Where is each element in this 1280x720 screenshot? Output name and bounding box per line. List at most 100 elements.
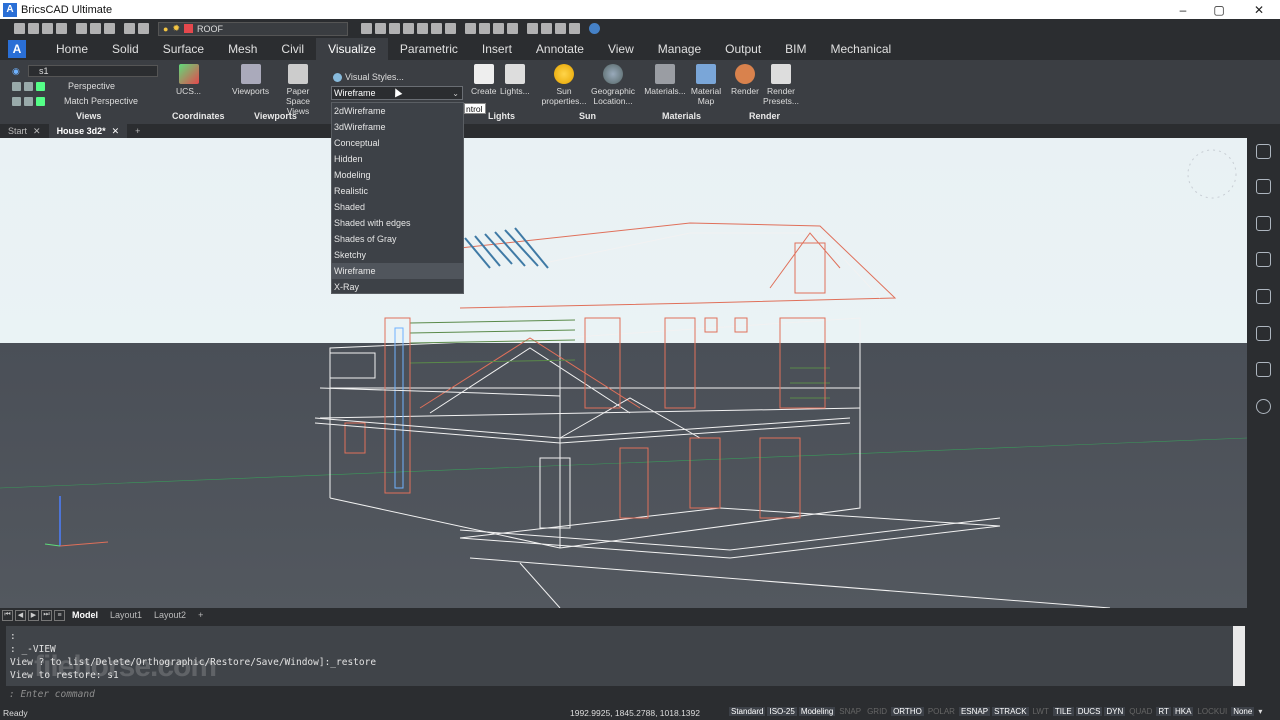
status-toggle-snap[interactable]: SNAP — [837, 707, 863, 716]
status-toggle-rt[interactable]: RT — [1156, 707, 1171, 716]
tab-document[interactable]: House 3d2* ✕ — [48, 124, 128, 138]
material-map-button[interactable]: Material Map — [690, 64, 722, 106]
tab-surface[interactable]: Surface — [151, 38, 216, 60]
pan-icon[interactable] — [375, 23, 386, 34]
print-preview-icon[interactable] — [90, 23, 101, 34]
eye-icon[interactable]: ◉ — [12, 65, 20, 77]
new-file-icon[interactable] — [14, 23, 25, 34]
first-layout-icon[interactable]: ⏮ — [2, 609, 13, 621]
new-tab-button[interactable]: + — [127, 124, 148, 138]
save-icon[interactable] — [42, 23, 53, 34]
tab-output[interactable]: Output — [713, 38, 773, 60]
visual-style-option[interactable]: Shaded — [332, 199, 463, 215]
structure-icon[interactable] — [1256, 362, 1271, 377]
tab-solid[interactable]: Solid — [100, 38, 151, 60]
close-button[interactable]: ✕ — [1239, 0, 1279, 19]
status-toggle-grid[interactable]: GRID — [865, 707, 889, 716]
snap-icon[interactable] — [403, 23, 414, 34]
tab-mechanical[interactable]: Mechanical — [819, 38, 904, 60]
grid-select-icon[interactable] — [389, 23, 400, 34]
visual-style-option[interactable]: Sketchy — [332, 247, 463, 263]
print-icon[interactable] — [76, 23, 87, 34]
link-icon[interactable] — [541, 23, 552, 34]
tab-layout1[interactable]: Layout1 — [105, 610, 147, 620]
tab-home[interactable]: Home — [44, 38, 100, 60]
viewports-button[interactable]: Viewports — [232, 64, 269, 96]
move-icon[interactable] — [417, 23, 428, 34]
function-icon[interactable] — [1256, 326, 1271, 341]
status-toggle-dyn[interactable]: DYN — [1104, 707, 1126, 716]
maximize-button[interactable]: ▢ — [1199, 0, 1239, 19]
save-as-icon[interactable] — [56, 23, 67, 34]
camera-icon[interactable] — [555, 23, 566, 34]
cube-view-icon[interactable] — [465, 23, 476, 34]
redo-icon[interactable] — [138, 23, 149, 34]
ucs-button[interactable]: UCS... — [176, 64, 201, 96]
copy-icon[interactable] — [431, 23, 442, 34]
hatch-icon[interactable] — [1256, 289, 1271, 304]
minimize-button[interactable]: – — [1163, 0, 1203, 19]
solid-cube-icon[interactable] — [479, 23, 490, 34]
visual-style-option[interactable]: Wireframe — [332, 263, 463, 279]
status-toggle-hka[interactable]: HKA — [1172, 707, 1194, 716]
selection-filter-button[interactable]: None — [1231, 707, 1255, 716]
chevron-down-icon[interactable]: ▾ — [1256, 707, 1264, 716]
tab-layout2[interactable]: Layout2 — [149, 610, 191, 620]
tab-view[interactable]: View — [596, 38, 646, 60]
materials-button[interactable]: Materials... — [643, 64, 687, 96]
tab-mesh[interactable]: Mesh — [216, 38, 269, 60]
status-toggle-tile[interactable]: TILE — [1052, 707, 1074, 716]
tab-model[interactable]: Model — [67, 610, 103, 620]
tab-manage[interactable]: Manage — [646, 38, 713, 60]
tab-visualize[interactable]: Visualize — [316, 38, 388, 60]
open-file-icon[interactable] — [28, 23, 39, 34]
named-view-dropdown[interactable]: s1 — [28, 65, 158, 77]
visual-styles-button[interactable]: Visual Styles... — [333, 72, 404, 82]
visual-style-option[interactable]: Shaded with edges — [332, 215, 463, 231]
status-toggle-lockui[interactable]: LOCKUI — [1195, 707, 1229, 716]
workspace-button[interactable]: Modeling — [798, 707, 836, 716]
view-icon[interactable] — [12, 81, 21, 91]
status-toggle-ortho[interactable]: ORTHO — [891, 707, 924, 716]
add-layout-button[interactable]: + — [193, 610, 208, 620]
view-icon[interactable] — [24, 96, 33, 106]
status-toggle-lwt[interactable]: LWT — [1031, 707, 1051, 716]
sun-properties-button[interactable]: Sun properties... — [540, 64, 588, 106]
status-toggle-esnap[interactable]: ESNAP — [958, 707, 991, 716]
visual-style-option[interactable]: X-Ray — [332, 279, 463, 295]
next-layout-icon[interactable]: ▶ — [28, 609, 39, 621]
tab-start[interactable]: Start ✕ — [0, 124, 49, 138]
match-perspective-toggle[interactable]: Match Perspective — [64, 96, 138, 106]
tab-parametric[interactable]: Parametric — [388, 38, 470, 60]
calculator-icon[interactable] — [527, 23, 538, 34]
plot-icon[interactable] — [104, 23, 115, 34]
lights-button[interactable]: Lights... — [500, 64, 530, 96]
tab-civil[interactable]: Civil — [269, 38, 316, 60]
dimension-style-button[interactable]: ISO-25 — [767, 707, 797, 716]
mirror-icon[interactable] — [445, 23, 456, 34]
cloud-icon[interactable] — [1256, 399, 1271, 414]
status-toggle-ducs[interactable]: DUCS — [1075, 707, 1103, 716]
visual-style-option[interactable]: Hidden — [332, 151, 463, 167]
render-cube-icon[interactable] — [507, 23, 518, 34]
render-button[interactable]: Render — [730, 64, 760, 96]
status-toggle-strack[interactable]: STRACK — [992, 707, 1029, 716]
checkbox-icon[interactable] — [36, 96, 45, 106]
geographic-location-button[interactable]: Geographic Location... — [590, 64, 636, 106]
navigation-compass-icon[interactable] — [1187, 149, 1237, 199]
close-icon[interactable]: ✕ — [33, 126, 41, 137]
visual-style-option[interactable]: Realistic — [332, 183, 463, 199]
layer-dropdown[interactable]: ● ✹ ROOF — [158, 21, 348, 36]
tab-insert[interactable]: Insert — [470, 38, 524, 60]
prev-layout-icon[interactable]: ◀ — [15, 609, 26, 621]
text-style-button[interactable]: Standard — [729, 707, 766, 716]
status-toggle-quad[interactable]: QUAD — [1127, 707, 1154, 716]
visual-style-option[interactable]: 3dWireframe — [332, 119, 463, 135]
tab-bim[interactable]: BIM — [773, 38, 818, 60]
visual-style-option[interactable]: Modeling — [332, 167, 463, 183]
status-toggle-polar[interactable]: POLAR — [926, 707, 957, 716]
perspective-toggle[interactable]: Perspective — [68, 81, 115, 91]
command-input[interactable]: : Enter command — [6, 689, 1245, 703]
command-scrollbar[interactable] — [1233, 626, 1245, 686]
orbit-icon[interactable] — [493, 23, 504, 34]
